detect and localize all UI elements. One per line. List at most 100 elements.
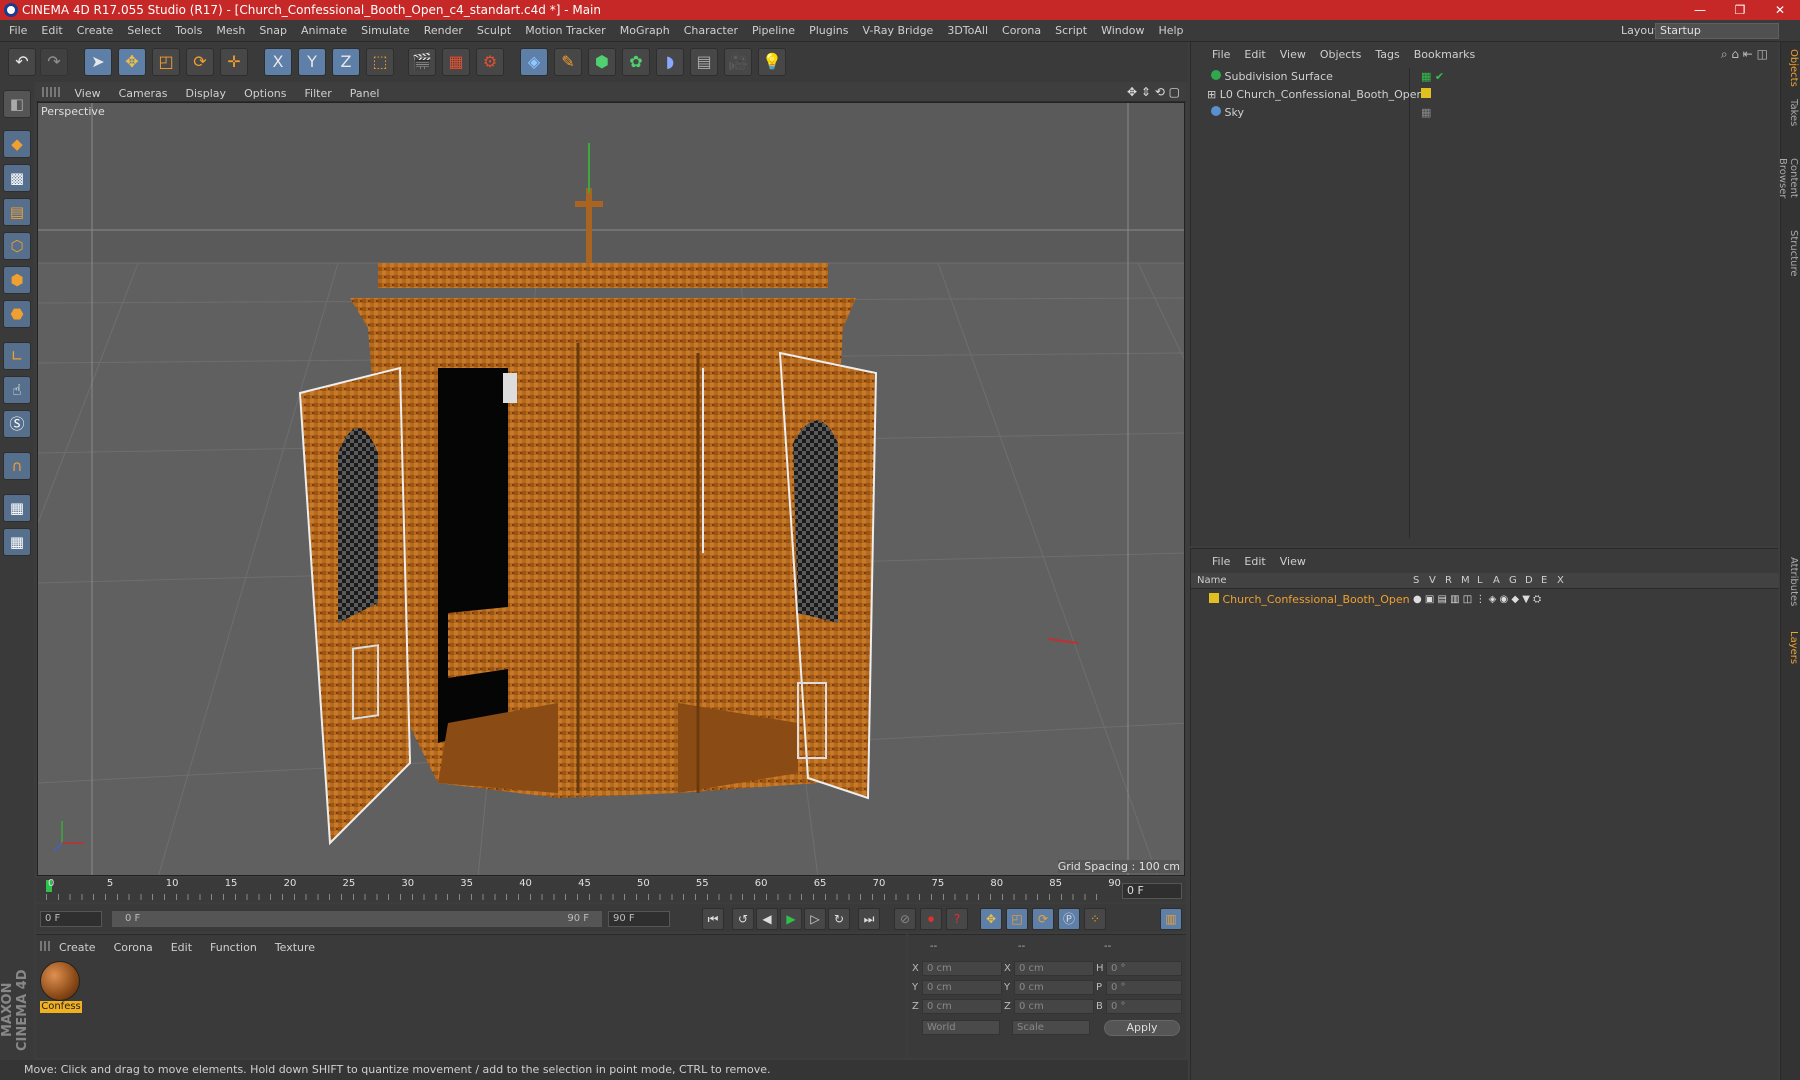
tab-layers[interactable]: Layers: [1783, 628, 1799, 668]
move-icon[interactable]: ✥: [118, 48, 146, 76]
record-icon[interactable]: ⏺: [920, 908, 942, 930]
start-frame-field[interactable]: 0 F: [40, 911, 102, 927]
coord-mode-select[interactable]: World: [922, 1020, 1000, 1035]
material-menu-corona[interactable]: Corona: [105, 937, 162, 959]
viewport-nav-icons[interactable]: ✥ ⇕ ⟲ ▢: [1127, 82, 1180, 102]
grid-snap-icon[interactable]: ▦: [3, 528, 31, 556]
obj-menu-view[interactable]: View: [1273, 42, 1313, 68]
menu-create[interactable]: Create: [70, 20, 121, 42]
material-menu-texture[interactable]: Texture: [266, 937, 324, 959]
material-menu-create[interactable]: Create: [50, 937, 105, 959]
go-to-end-icon[interactable]: ⏭: [858, 908, 880, 930]
frame-range-slider[interactable]: 0 F 90 F: [112, 911, 602, 927]
scale-icon[interactable]: ◰: [152, 48, 180, 76]
menu-window[interactable]: Window: [1094, 20, 1151, 42]
menu-character[interactable]: Character: [677, 20, 745, 42]
solo-icon[interactable]: Ⓢ: [3, 410, 31, 438]
material-menu-function[interactable]: Function: [201, 937, 266, 959]
menu-pipeline[interactable]: Pipeline: [745, 20, 802, 42]
world-coords-icon[interactable]: ⬚: [366, 48, 394, 76]
polygons-mode-icon[interactable]: ⬣: [3, 300, 31, 328]
viewport-menu-display[interactable]: Display: [177, 84, 236, 104]
menu-3dtoall[interactable]: 3DToAll: [940, 20, 995, 42]
enabled-check-icon[interactable]: ▦ ✔: [1421, 68, 1444, 86]
viewport-menu-view[interactable]: View: [66, 84, 110, 104]
layer-flag-icons[interactable]: ● ▣ ▤ ▥ ◫ ⋮ ◈ ◉ ◆ ▼ ⛭: [1413, 591, 1541, 609]
rot-h-field[interactable]: 0 °: [1106, 961, 1182, 976]
cloner-icon[interactable]: ✿: [622, 48, 650, 76]
menu-plugins[interactable]: Plugins: [802, 20, 855, 42]
layer-menu-view[interactable]: View: [1273, 549, 1313, 575]
autokey-icon[interactable]: ?: [946, 908, 968, 930]
menu-snap[interactable]: Snap: [252, 20, 294, 42]
object-row-booth[interactable]: ⊞ L0 Church_Confessional_Booth_Open: [1199, 86, 1769, 104]
close-button[interactable]: ✕: [1760, 0, 1800, 20]
menu-edit[interactable]: Edit: [34, 20, 69, 42]
deformer-icon[interactable]: ◗: [656, 48, 684, 76]
tab-content-browser[interactable]: Content Browser: [1777, 138, 1799, 218]
go-to-start-icon[interactable]: ⏮: [702, 908, 724, 930]
key-pla-icon[interactable]: ⁘: [1084, 908, 1106, 930]
menu-sculpt[interactable]: Sculpt: [470, 20, 518, 42]
workplane-icon[interactable]: ▤: [3, 198, 31, 226]
move-plus-icon[interactable]: ✛: [220, 48, 248, 76]
obj-menu-file[interactable]: File: [1205, 42, 1237, 68]
floor-icon[interactable]: ▤: [690, 48, 718, 76]
end-frame-field[interactable]: 90 F: [608, 911, 670, 927]
redo-icon[interactable]: ↷: [40, 48, 68, 76]
pos-z-field[interactable]: 0 cm: [922, 999, 1002, 1014]
material-swatch[interactable]: Confess: [40, 961, 82, 1013]
viewport-menu-filter[interactable]: Filter: [296, 84, 341, 104]
object-row-subdivision[interactable]: Subdivision Surface ▦ ✔: [1199, 68, 1769, 86]
y-axis-icon[interactable]: Y: [298, 48, 326, 76]
menu-corona[interactable]: Corona: [995, 20, 1048, 42]
lock-workplane-icon[interactable]: ▦: [3, 494, 31, 522]
keyframe-icon[interactable]: ⊘: [894, 908, 916, 930]
cube-icon[interactable]: ◈: [520, 48, 548, 76]
render-settings-icon[interactable]: ⚙: [476, 48, 504, 76]
size-x-field[interactable]: 0 cm: [1014, 961, 1094, 976]
obj-menu-edit[interactable]: Edit: [1237, 42, 1272, 68]
menu-v-ray-bridge[interactable]: V-Ray Bridge: [855, 20, 940, 42]
key-scale-icon[interactable]: ◰: [1006, 908, 1028, 930]
apply-button[interactable]: Apply: [1104, 1020, 1180, 1036]
timeline-ruler[interactable]: 0 5 10 15 20 25 30 35 40 45 50 55 60 65 70 75 80 85 90 0 F: [36, 878, 1186, 902]
menu-help[interactable]: Help: [1151, 20, 1190, 42]
pen-icon[interactable]: ✎: [554, 48, 582, 76]
menu-simulate[interactable]: Simulate: [354, 20, 417, 42]
layer-color-tag[interactable]: [1421, 86, 1431, 104]
restore-button[interactable]: ❐: [1720, 0, 1760, 20]
tab-takes[interactable]: Takes: [1783, 98, 1799, 128]
rotate-icon[interactable]: ⟳: [186, 48, 214, 76]
pos-x-field[interactable]: 0 cm: [922, 961, 1002, 976]
snap-magnet-icon[interactable]: ∩: [3, 452, 31, 480]
menu-render[interactable]: Render: [417, 20, 470, 42]
rot-p-field[interactable]: 0 °: [1106, 980, 1182, 995]
material-menu-edit[interactable]: Edit: [162, 937, 201, 959]
tab-objects[interactable]: Objects: [1783, 48, 1799, 88]
prev-frame-icon[interactable]: ◀: [756, 908, 778, 930]
object-row-sky[interactable]: Sky ▦: [1199, 104, 1769, 122]
obj-menu-tags[interactable]: Tags: [1368, 42, 1406, 68]
camera-icon[interactable]: 🎥: [724, 48, 752, 76]
minimize-button[interactable]: —: [1680, 0, 1720, 20]
search-icon[interactable]: ⌕ ⌂ ⇤ ◫: [1721, 47, 1768, 62]
key-parameter-icon[interactable]: Ⓟ: [1058, 908, 1080, 930]
current-frame-field[interactable]: 0 F: [1122, 883, 1182, 899]
menu-mograph[interactable]: MoGraph: [613, 20, 677, 42]
texture-mode-icon[interactable]: ▩: [3, 164, 31, 192]
obj-menu-objects[interactable]: Objects: [1313, 42, 1369, 68]
subdivision-icon[interactable]: ⬢: [588, 48, 616, 76]
menu-file[interactable]: File: [2, 20, 34, 42]
layout-select[interactable]: Startup: [1655, 23, 1779, 39]
menu-motion-tracker[interactable]: Motion Tracker: [518, 20, 612, 42]
tab-structure[interactable]: Structure: [1783, 228, 1799, 278]
render-picture-viewer-icon[interactable]: ▦: [442, 48, 470, 76]
menu-script[interactable]: Script: [1048, 20, 1094, 42]
menu-tools[interactable]: Tools: [168, 20, 209, 42]
layer-row[interactable]: Church_Confessional_Booth_Open ● ▣ ▤ ▥ ◫…: [1199, 591, 1769, 609]
viewport-menu-options[interactable]: Options: [235, 84, 295, 104]
undo-icon[interactable]: ↶: [8, 48, 36, 76]
z-axis-icon[interactable]: Z: [332, 48, 360, 76]
pos-y-field[interactable]: 0 cm: [922, 980, 1002, 995]
